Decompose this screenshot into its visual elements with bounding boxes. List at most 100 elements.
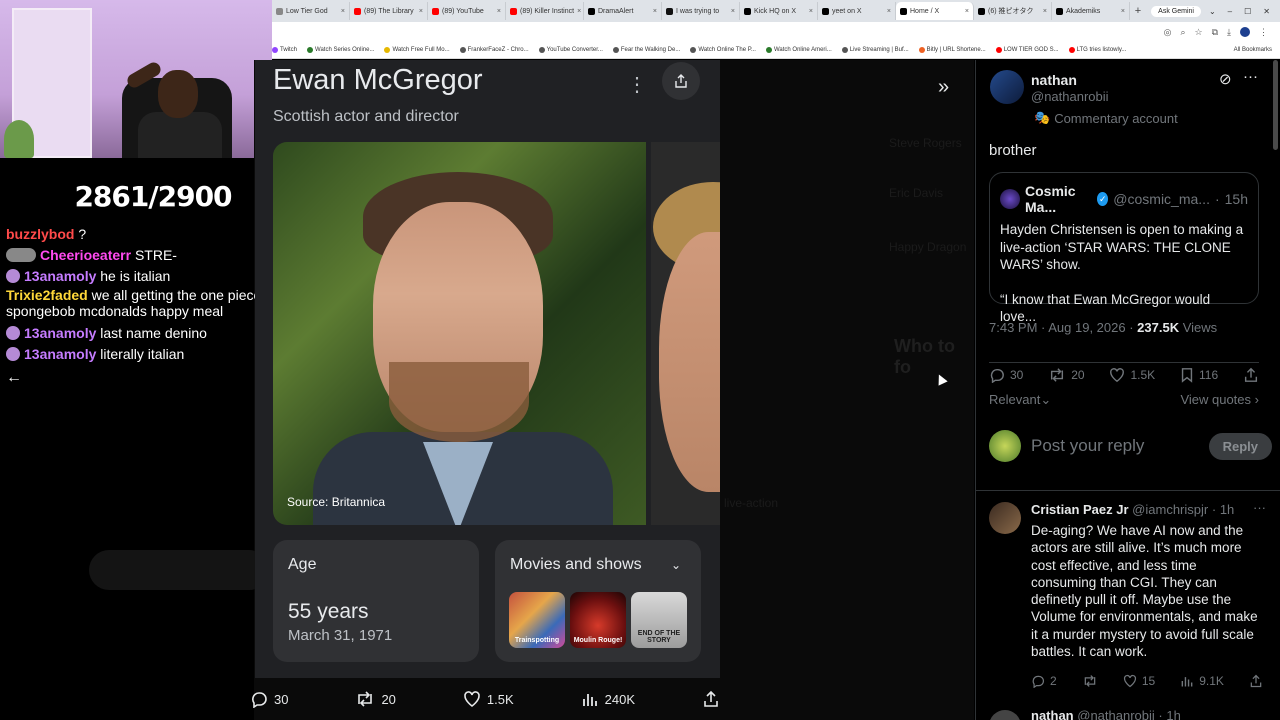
tab-search-icon[interactable]: ⌄ xyxy=(1209,7,1216,16)
extensions-icon[interactable]: ⧉ xyxy=(1212,27,1218,38)
tab-close-icon[interactable]: × xyxy=(653,8,657,15)
age-card[interactable]: Age 55 years March 31, 1971 xyxy=(273,540,479,662)
browser-tab[interactable]: Low Tier God × xyxy=(272,2,350,20)
chat-back-arrow-icon[interactable]: ← xyxy=(6,369,266,387)
share-icon[interactable] xyxy=(662,62,700,100)
tab-close-icon[interactable]: × xyxy=(1043,8,1047,15)
bookmark-item[interactable]: Live Streaming | Buf... xyxy=(841,47,909,53)
browser-tab[interactable]: (89) The Library × xyxy=(350,2,428,20)
stat-bookmarks[interactable]: 116 xyxy=(1180,367,1218,383)
bookmark-item[interactable]: Bitly | URL Shortene... xyxy=(918,47,986,53)
stat-share[interactable] xyxy=(1243,367,1259,383)
scrollbar[interactable] xyxy=(1273,60,1278,150)
reply-handle[interactable]: @iamchrispjr xyxy=(1132,502,1208,517)
tab-close-icon[interactable]: × xyxy=(731,8,735,15)
next-reply-handle[interactable]: @nathanrobii xyxy=(1077,708,1155,720)
tab-close-icon[interactable]: × xyxy=(809,8,813,15)
reply-stat-reposts[interactable] xyxy=(1082,674,1098,688)
bookmark-item[interactable]: LOW TIER GOD S... xyxy=(995,47,1059,53)
chat-username[interactable]: buzzlybod xyxy=(6,226,74,242)
tab-close-icon[interactable]: × xyxy=(965,8,969,15)
new-tab-button[interactable]: + xyxy=(1130,5,1146,17)
bookmark-item[interactable]: LTG tries listowly... xyxy=(1068,47,1126,53)
reply-stat-replies[interactable]: 2 xyxy=(1031,674,1057,688)
reply-action[interactable]: 30 xyxy=(250,690,288,708)
chat-username[interactable]: 13anamoly xyxy=(24,346,96,362)
more-icon[interactable]: ··· xyxy=(1243,68,1258,85)
grok-icon[interactable]: ⊘ xyxy=(1219,70,1232,88)
more-options-icon[interactable]: ⋮ xyxy=(627,72,647,97)
views-action[interactable]: 240K xyxy=(581,690,635,708)
bookmark-item[interactable]: Fear the Walking De... xyxy=(612,47,680,53)
second-photo[interactable] xyxy=(651,142,720,525)
share-action[interactable] xyxy=(702,690,720,708)
all-bookmarks-link[interactable]: All Bookmarks xyxy=(1234,47,1280,53)
browser-tab[interactable]: (89) YouTube × xyxy=(428,2,506,20)
collapse-panel-icon[interactable]: » xyxy=(938,76,949,99)
browser-tab[interactable]: (6) 推ピオタク × xyxy=(974,2,1052,20)
browser-tab[interactable]: Kick HQ on X × xyxy=(740,2,818,20)
reply-stat-share[interactable] xyxy=(1249,674,1263,688)
chat-username[interactable]: 13anamoly xyxy=(24,325,96,341)
bookmark-item[interactable]: Watch Online Ameri... xyxy=(765,47,832,53)
tab-close-icon[interactable]: × xyxy=(419,8,423,15)
reply-stat-views[interactable]: 9.1K xyxy=(1180,674,1224,688)
stat-replies[interactable]: 30 xyxy=(989,367,1023,383)
more-icon[interactable]: ··· xyxy=(1253,500,1266,515)
ask-gemini-button[interactable]: Ask Gemini xyxy=(1151,5,1201,17)
post-timestamp[interactable]: 7:43 PM · Aug 19, 2026 · xyxy=(989,320,1137,335)
author-avatar[interactable] xyxy=(990,70,1024,104)
reply-input[interactable]: Post your reply xyxy=(1031,436,1199,456)
tab-close-icon[interactable]: × xyxy=(341,8,345,15)
bookmark-item[interactable]: YouTube Converter... xyxy=(538,47,603,53)
minimize-button[interactable]: – xyxy=(1228,7,1232,16)
repost-action[interactable]: 20 xyxy=(355,690,396,708)
chevron-down-icon[interactable]: ⌄ xyxy=(671,558,681,572)
bookmark-item[interactable]: FrankerFaceZ - Chro... xyxy=(459,47,529,53)
maximize-button[interactable]: ☐ xyxy=(1244,7,1251,16)
like-action[interactable]: 1.5K xyxy=(463,690,514,708)
reply-stat-likes[interactable]: 15 xyxy=(1123,674,1155,688)
reply-avatar[interactable] xyxy=(989,502,1021,534)
movies-card[interactable]: Movies and shows ⌄ Trainspotting Moulin … xyxy=(495,540,701,662)
chat-username[interactable]: 13anamoly xyxy=(24,268,96,284)
tab-close-icon[interactable]: × xyxy=(497,8,501,15)
tab-close-icon[interactable]: × xyxy=(1121,8,1125,15)
close-window-button[interactable]: ✕ xyxy=(1263,7,1270,16)
next-reply-name[interactable]: nathan xyxy=(1031,708,1074,720)
browser-tab[interactable]: DramaAlert × xyxy=(584,2,662,20)
chat-username[interactable]: Trixie2faded xyxy=(6,287,88,303)
downloads-icon[interactable]: ⤓ xyxy=(1227,27,1231,38)
stat-reposts[interactable]: 20 xyxy=(1048,367,1085,383)
bookmark-item[interactable]: Twitch xyxy=(272,47,297,53)
profile-avatar[interactable] xyxy=(1240,27,1250,37)
bookmark-star-icon[interactable]: ☆ xyxy=(1195,27,1203,38)
reply-time[interactable]: 1h xyxy=(1220,502,1234,517)
stat-likes[interactable]: 1.5K xyxy=(1109,367,1155,383)
browser-tab[interactable]: (89) Killer Instinct × xyxy=(506,2,584,20)
author-handle[interactable]: @nathanrobii xyxy=(1031,89,1109,104)
browser-tab[interactable]: Akademiks × xyxy=(1052,2,1130,20)
bookmark-item[interactable]: Watch Free Full Mo... xyxy=(384,47,450,53)
tab-close-icon[interactable]: × xyxy=(887,8,891,15)
browser-menu-icon[interactable]: ⋮ xyxy=(1259,27,1268,38)
movie-thumb-3[interactable]: END OF THE STORY xyxy=(631,592,687,648)
next-reply-time[interactable]: 1h xyxy=(1166,708,1180,720)
main-photo[interactable]: Source: Britannica xyxy=(273,142,646,525)
browser-tab[interactable]: yeet on X × xyxy=(818,2,896,20)
next-reply-avatar[interactable] xyxy=(989,710,1021,720)
view-quotes-link[interactable]: View quotes › xyxy=(1180,392,1259,408)
reply-name[interactable]: Cristian Paez Jr xyxy=(1031,502,1129,517)
zoom-icon[interactable]: ⌕ xyxy=(1180,27,1185,38)
chat-username[interactable]: Cheerioeaterr xyxy=(40,247,131,263)
bookmark-item[interactable]: Watch Series Online... xyxy=(307,47,374,53)
sort-dropdown[interactable]: Relevant⌄ xyxy=(989,392,1051,408)
browser-tab[interactable]: I was trying to × xyxy=(662,2,740,20)
browser-tab[interactable]: Home / X × xyxy=(896,2,974,20)
tab-close-icon[interactable]: × xyxy=(577,8,581,15)
reply-button[interactable]: Reply xyxy=(1208,432,1272,460)
movie-thumb-1[interactable]: Trainspotting xyxy=(509,592,565,648)
author-name[interactable]: nathan xyxy=(1031,72,1077,88)
movie-thumb-2[interactable]: Moulin Rouge! xyxy=(570,592,626,648)
bookmark-item[interactable]: Watch Online The P... xyxy=(690,47,756,53)
